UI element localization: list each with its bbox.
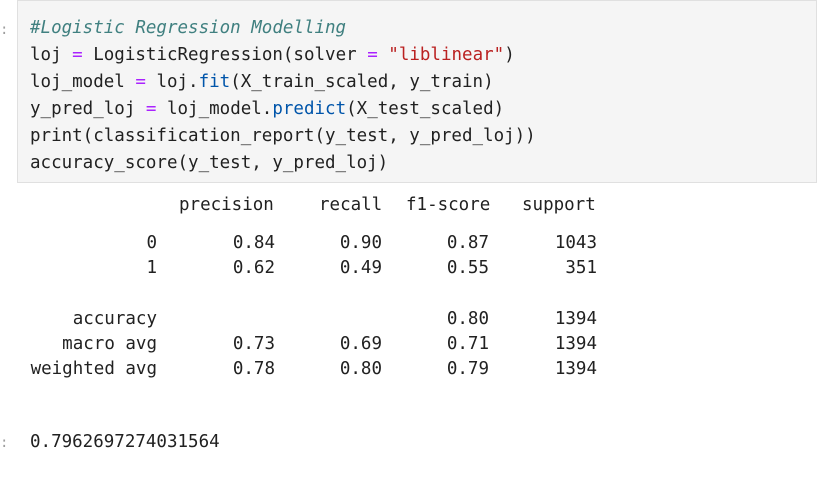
report-row-label: 0 — [146, 233, 157, 253]
report-cell-recall: 0.90 — [339, 233, 382, 253]
report-cell-recall: 0.49 — [339, 258, 382, 278]
code-token-comment: #Logistic Regression Modelling — [30, 18, 347, 38]
input-prompt: : — [0, 22, 9, 38]
output-prompt: : — [0, 435, 9, 451]
code-token: print(classification_report(y_test, y_pr… — [30, 126, 536, 146]
report-cell-f1: 0.55 — [446, 258, 489, 278]
header-recall: recall — [319, 195, 383, 215]
code-token: loj_model — [30, 72, 136, 92]
report-cell-recall: 0.69 — [339, 334, 382, 354]
code-token-attr: predict — [272, 99, 347, 119]
code-token: loj. — [145, 72, 199, 92]
report-cell-f1: 0.79 — [446, 359, 489, 379]
code-token-op: = — [135, 72, 146, 92]
header-support: support — [522, 195, 596, 215]
code-line: print(classification_report(y_test, y_pr… — [30, 123, 536, 150]
report-cell-precision: 0.73 — [232, 334, 275, 354]
report-cell-support: 1394 — [554, 359, 597, 379]
code-token-op: = — [72, 45, 83, 65]
report-row-label: accuracy — [72, 309, 157, 329]
code-line: #Logistic Regression Modelling — [30, 15, 536, 42]
code-token-attr: fit — [198, 72, 231, 92]
report-cell-f1: 0.87 — [446, 233, 489, 253]
report-cell-precision: 0.84 — [232, 233, 275, 253]
report-cell-support: 1394 — [554, 334, 597, 354]
code-token-op: = — [145, 99, 157, 119]
classification-report-output: precision recall f1-score support 0 0.84 0… — [29, 193, 609, 403]
code-line: loj = LogisticRegression(solver = "libli… — [30, 42, 536, 69]
code-token: (X_train_scaled, y_train) — [230, 72, 494, 92]
report-cell-f1: 0.71 — [446, 334, 489, 354]
accuracy-score-output: 0.7962697274031564 — [30, 432, 220, 452]
report-cell-support: 351 — [565, 258, 597, 278]
report-row-label: 1 — [146, 258, 157, 278]
report-cell-support: 1043 — [554, 233, 597, 253]
report-cell-support: 1394 — [554, 309, 597, 329]
code-token: loj_model. — [156, 99, 273, 119]
header-precision: precision — [179, 195, 274, 215]
code-token: ) — [504, 45, 515, 65]
code-token: y_pred_loj — [30, 99, 146, 119]
report-row-label: macro avg — [62, 334, 157, 354]
code-line: loj_model = loj.fit(X_train_scaled, y_tr… — [30, 69, 536, 96]
code-token-str: "liblinear" — [388, 45, 505, 65]
code-editor[interactable]: #Logistic Regression Modelling loj = Logi… — [30, 15, 536, 177]
code-token: loj — [30, 45, 73, 65]
report-cell-f1: 0.80 — [446, 309, 489, 329]
code-line: y_pred_loj = loj_model.predict(X_test_sc… — [30, 96, 536, 123]
report-cell-precision: 0.62 — [232, 258, 275, 278]
report-row-label: weighted avg — [30, 359, 157, 379]
code-line: accuracy_score(y_test, y_pred_loj) — [30, 150, 536, 177]
code-token: accuracy_score(y_test, y_pred_loj) — [30, 153, 389, 173]
code-token: (X_test_scaled) — [346, 99, 505, 119]
code-token: LogisticRegression(solver — [82, 45, 368, 65]
report-cell-precision: 0.78 — [232, 359, 275, 379]
report-cell-recall: 0.80 — [339, 359, 382, 379]
code-cell-input[interactable]: #Logistic Regression Modelling loj = Logi… — [17, 0, 817, 183]
header-f1-score: f1-score — [406, 195, 491, 215]
code-token-op: = — [367, 45, 378, 65]
